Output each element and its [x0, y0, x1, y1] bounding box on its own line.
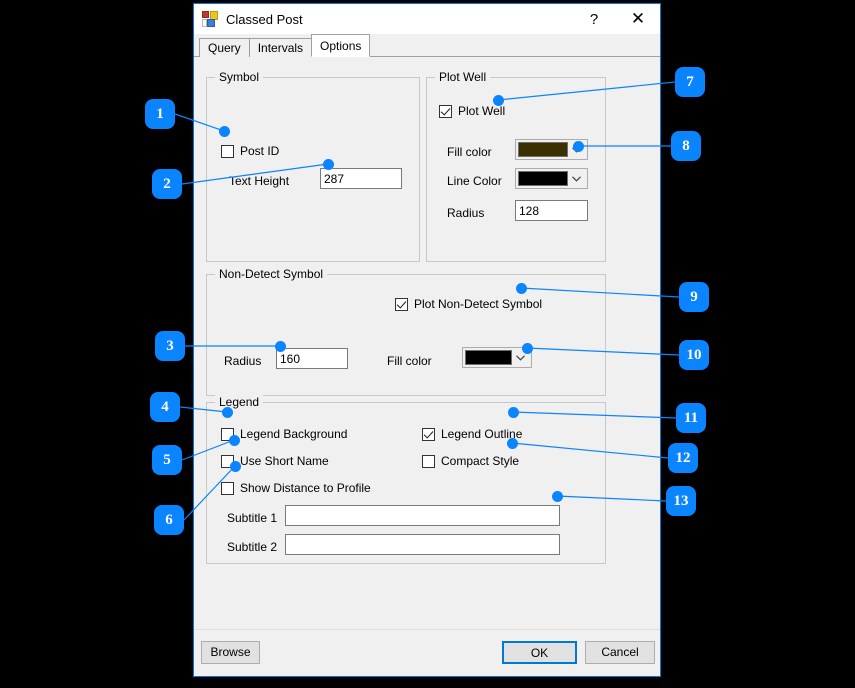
symbol-group-caption: Symbol: [215, 70, 264, 84]
legend-outline-label: Legend Outline: [441, 427, 523, 441]
tab-options[interactable]: Options: [311, 34, 371, 57]
non-detect-fill-color-swatch: [465, 350, 512, 365]
non-detect-radius-input[interactable]: [276, 348, 348, 369]
legend-background-checkbox-box: [221, 427, 234, 441]
annotation-badge-11: 11: [676, 403, 706, 433]
cancel-button[interactable]: Cancel: [585, 641, 655, 664]
annotation-badge-3: 3: [155, 331, 185, 361]
text-height-label: Text Height: [229, 174, 290, 188]
plot-well-label: Plot Well: [458, 104, 506, 118]
help-button[interactable]: ?: [572, 4, 616, 34]
use-short-name-checkbox[interactable]: Use Short Name: [221, 454, 329, 468]
tab-query[interactable]: Query: [199, 38, 250, 57]
tab-intervals[interactable]: Intervals: [248, 38, 313, 57]
symbol-group: Symbol Post ID Text Height: [206, 70, 420, 262]
plot-well-group-caption: Plot Well: [435, 70, 491, 84]
annotation-badge-7: 7: [675, 67, 705, 97]
non-detect-symbol-group: Non-Detect Symbol Plot Non-Detect Symbol…: [206, 267, 606, 396]
plot-non-detect-checkbox[interactable]: Plot Non-Detect Symbol: [395, 297, 542, 311]
subtitle-2-input[interactable]: [285, 534, 560, 555]
compact-style-checkbox[interactable]: Compact Style: [422, 454, 519, 468]
compact-style-label: Compact Style: [441, 454, 520, 468]
annotation-badge-9: 9: [679, 282, 709, 312]
annotation-badge-8: 8: [671, 131, 701, 161]
fill-color-label: Fill color: [447, 145, 492, 159]
close-icon[interactable]: ✕: [616, 4, 660, 34]
non-detect-fill-color-combo[interactable]: [462, 347, 532, 368]
annotation-badge-4: 4: [150, 392, 180, 422]
annotation-badge-10: 10: [679, 340, 709, 370]
legend-background-checkbox[interactable]: Legend Background: [221, 427, 347, 441]
show-distance-to-profile-checkbox[interactable]: Show Distance to Profile: [221, 481, 371, 495]
annotation-badge-6: 6: [154, 505, 184, 535]
legend-group-caption: Legend: [215, 395, 264, 409]
window-title: Classed Post: [226, 11, 303, 27]
plot-well-line-color-combo[interactable]: [515, 168, 588, 189]
post-id-checkbox-box: [221, 144, 234, 158]
annotation-badge-12: 12: [668, 443, 698, 473]
text-height-input[interactable]: [320, 168, 402, 189]
classed-post-dialog: Classed Post ? ✕ Query Intervals Options…: [193, 3, 661, 677]
options-tab-panel: Symbol Post ID Text Height Plot Well Plo…: [194, 57, 660, 629]
legend-outline-checkbox-box: [422, 427, 435, 441]
legend-background-label: Legend Background: [240, 427, 348, 441]
title-bar-buttons: ? ✕: [572, 4, 660, 34]
legend-group: Legend Legend Background Use Short Name …: [206, 395, 606, 564]
plot-well-checkbox-box: [439, 104, 452, 118]
subtitle-1-input[interactable]: [285, 505, 560, 526]
post-id-checkbox[interactable]: Post ID: [221, 144, 279, 158]
plot-well-fill-color-swatch: [518, 142, 568, 157]
show-distance-to-profile-checkbox-box: [221, 481, 234, 495]
legend-outline-checkbox[interactable]: Legend Outline: [422, 427, 522, 441]
chevron-down-icon: [512, 354, 529, 361]
line-color-label: Line Color: [447, 174, 502, 188]
show-distance-to-profile-label: Show Distance to Profile: [240, 481, 371, 495]
chevron-down-icon: [568, 175, 585, 182]
non-detect-fill-color-label: Fill color: [387, 354, 432, 368]
browse-button[interactable]: Browse: [201, 641, 260, 664]
plot-well-line-color-swatch: [518, 171, 568, 186]
non-detect-radius-label: Radius: [224, 354, 262, 368]
chevron-down-icon: [568, 146, 585, 153]
plot-well-fill-color-combo[interactable]: [515, 139, 588, 160]
compact-style-checkbox-box: [422, 454, 435, 468]
plot-non-detect-checkbox-box: [395, 297, 408, 311]
title-bar: Classed Post ? ✕: [194, 4, 660, 34]
annotation-badge-13: 13: [666, 486, 696, 516]
app-window-icon: [202, 11, 218, 27]
plot-well-radius-label: Radius: [447, 206, 485, 220]
annotation-badge-1: 1: [145, 99, 175, 129]
plot-well-group: Plot Well Plot Well Fill color Line Colo…: [426, 70, 606, 262]
subtitle-1-label: Subtitle 1: [227, 511, 278, 525]
annotation-badge-2: 2: [152, 169, 182, 199]
plot-well-checkbox[interactable]: Plot Well: [439, 104, 505, 118]
dialog-button-bar: Browse OK Cancel: [194, 629, 660, 676]
ok-button[interactable]: OK: [502, 641, 577, 664]
use-short-name-checkbox-box: [221, 454, 234, 468]
tab-strip: Query Intervals Options: [194, 34, 660, 57]
use-short-name-label: Use Short Name: [240, 454, 329, 468]
annotation-badge-5: 5: [152, 445, 182, 475]
non-detect-group-caption: Non-Detect Symbol: [215, 267, 328, 281]
plot-non-detect-label: Plot Non-Detect Symbol: [414, 297, 543, 311]
plot-well-radius-input[interactable]: [515, 200, 588, 221]
subtitle-2-label: Subtitle 2: [227, 540, 278, 554]
post-id-label: Post ID: [240, 144, 280, 158]
